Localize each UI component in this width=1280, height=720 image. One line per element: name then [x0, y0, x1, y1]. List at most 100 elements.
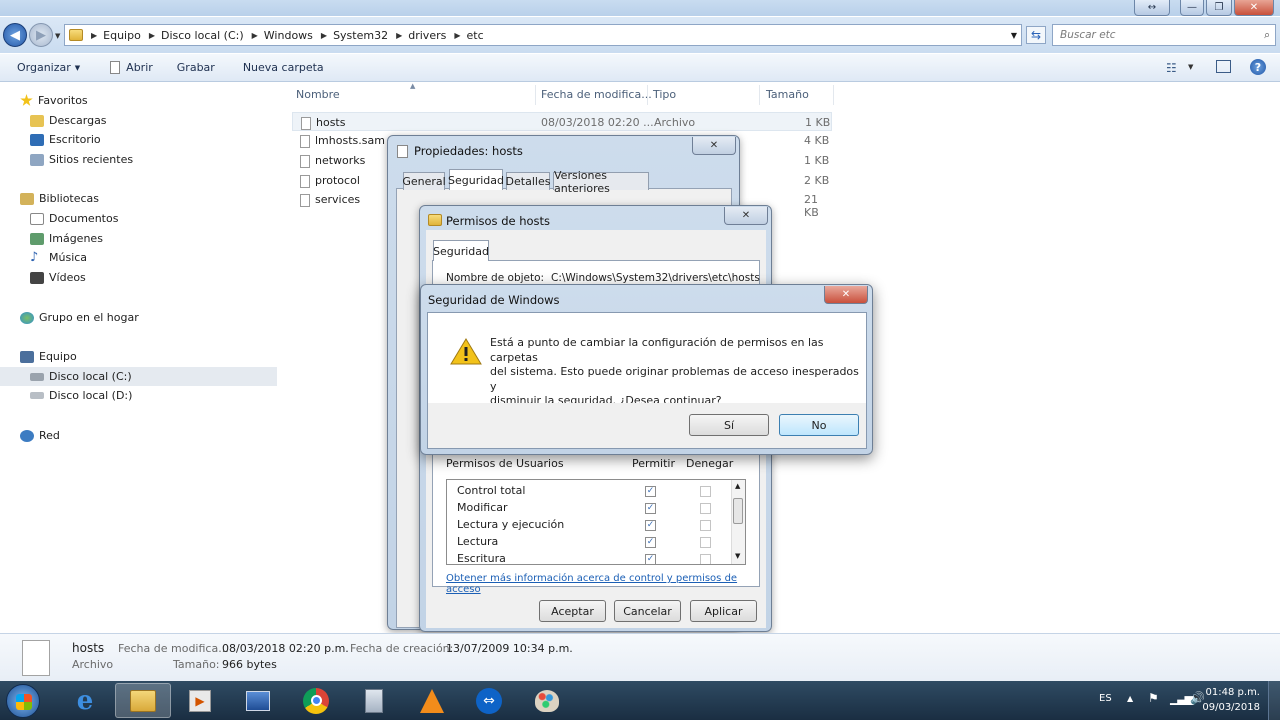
taskbar-paint[interactable] [519, 683, 575, 718]
nav-downloads[interactable]: Descargas [30, 111, 107, 130]
nav-images[interactable]: Imágenes [30, 229, 103, 248]
address-dropdown-icon[interactable]: ▼ [1011, 31, 1017, 40]
action-center-icon[interactable]: ⚑ [1148, 691, 1159, 705]
refresh-button[interactable]: ⇆ [1026, 26, 1046, 44]
column-header-name[interactable]: Nombre [296, 88, 340, 101]
ok-button[interactable]: Aceptar [539, 600, 606, 622]
taskbar-media-player[interactable]: ▶ [172, 683, 228, 718]
deny-checkbox[interactable]: ✓ [700, 520, 711, 531]
nav-music[interactable]: ♪ Música [30, 248, 87, 267]
cancel-button[interactable]: Cancelar [614, 600, 681, 622]
deny-checkbox[interactable]: ✓ [700, 554, 711, 564]
close-button[interactable]: ✕ [692, 137, 736, 155]
nav-label: Grupo en el hogar [39, 311, 139, 324]
nav-computer[interactable]: Equipo [20, 347, 77, 366]
preview-pane-icon[interactable] [1216, 60, 1231, 73]
close-window-button[interactable]: ✕ [1234, 0, 1274, 16]
allow-checkbox[interactable]: ✓ [645, 503, 656, 514]
breadcrumb-drivers[interactable]: drivers [408, 29, 446, 42]
allow-checkbox[interactable]: ✓ [645, 554, 656, 564]
taskbar-network-app[interactable] [230, 683, 286, 718]
taskbar-teamviewer[interactable]: ⇔ [461, 683, 517, 718]
nav-videos[interactable]: Vídeos [30, 268, 86, 287]
tab-detalles[interactable]: Detalles [506, 172, 550, 190]
breadcrumb-windows[interactable]: Windows [264, 29, 313, 42]
file-size: 4 KB [804, 134, 830, 147]
maximize-button[interactable]: ❐ [1206, 0, 1232, 16]
open-button[interactable]: Abrir [110, 61, 153, 74]
button-label: Sí [723, 418, 735, 432]
show-hidden-icons-button[interactable]: ▲ [1127, 694, 1133, 703]
nav-disk-d[interactable]: Disco local (D:) [30, 386, 132, 405]
tab-seguridad[interactable]: Seguridad [433, 240, 489, 261]
language-indicator[interactable]: ES [1099, 693, 1112, 704]
breadcrumb-system32[interactable]: System32 [333, 29, 388, 42]
breadcrumb-disco-c[interactable]: Disco local (C:) [161, 29, 244, 42]
view-options-icon[interactable]: ☷ [1166, 61, 1177, 75]
file-row-hosts[interactable]: hosts 08/03/2018 02:20 ... Archivo 1 KB [292, 112, 832, 131]
nav-favorites[interactable]: Favoritos [20, 91, 88, 110]
clock-time[interactable]: 01:48 p.m. [1200, 687, 1260, 698]
taskbar-explorer[interactable] [115, 683, 171, 718]
deny-checkbox[interactable]: ✓ [700, 503, 711, 514]
no-button[interactable]: No [779, 414, 859, 436]
back-button[interactable]: ◀ [3, 23, 27, 47]
breadcrumb-equipo[interactable]: Equipo [103, 29, 141, 42]
column-divider[interactable] [535, 85, 536, 105]
new-folder-button[interactable]: Nueva carpeta [243, 61, 324, 74]
tab-versiones-anteriores[interactable]: Versiones anteriores [553, 169, 649, 195]
taskbar-internet-explorer[interactable]: e [57, 683, 113, 718]
access-control-help-link[interactable]: Obtener más información acerca de contro… [446, 573, 766, 595]
forward-button[interactable]: ▶ [29, 23, 53, 47]
nav-network[interactable]: Red [20, 426, 60, 445]
signal-strength-icon[interactable]: ▁▃▅ [1170, 691, 1194, 705]
close-button[interactable]: ✕ [724, 207, 768, 225]
column-divider[interactable] [833, 85, 834, 105]
clock-date[interactable]: 09/03/2018 [1200, 702, 1260, 713]
file-size: 21 KB [804, 193, 819, 219]
permissions-scrollbar[interactable]: ▲ ▼ [731, 480, 745, 564]
taskbar-chrome[interactable] [288, 683, 344, 718]
file-name: protocol [315, 174, 360, 187]
scroll-thumb[interactable] [733, 498, 743, 524]
breadcrumb-etc[interactable]: etc [467, 29, 484, 42]
record-button[interactable]: Grabar [177, 61, 215, 74]
column-header-size[interactable]: Tamaño [766, 88, 809, 101]
search-input[interactable]: Buscar etc ⌕ [1052, 24, 1276, 46]
scroll-up-icon[interactable]: ▲ [735, 482, 740, 490]
nav-homegroup[interactable]: Grupo en el hogar [20, 308, 139, 327]
nav-recent[interactable]: Sitios recientes [30, 150, 133, 169]
resize-button[interactable]: ↔ [1134, 0, 1170, 16]
organize-menu[interactable]: Organizar ▼ [17, 61, 80, 74]
details-size-label: Tamaño: [173, 658, 220, 671]
column-header-date[interactable]: Fecha de modifica... [541, 88, 652, 101]
allow-checkbox[interactable]: ✓ [645, 520, 656, 531]
start-button[interactable] [6, 684, 40, 718]
yes-button[interactable]: Sí [689, 414, 769, 436]
tab-general[interactable]: General [402, 172, 446, 190]
deny-checkbox[interactable]: ✓ [700, 486, 711, 497]
scroll-down-icon[interactable]: ▼ [735, 552, 740, 560]
nav-desktop[interactable]: Escritorio [30, 130, 101, 149]
show-desktop-button[interactable] [1268, 681, 1280, 720]
close-button[interactable]: ✕ [824, 286, 868, 304]
address-bar[interactable]: ▶ Equipo ▶ Disco local (C:) ▶ Windows ▶ … [64, 24, 1022, 46]
nav-documents[interactable]: Documentos [30, 209, 118, 228]
deny-checkbox[interactable]: ✓ [700, 537, 711, 548]
recent-pages-dropdown[interactable]: ▼ [55, 32, 60, 40]
view-dropdown-icon[interactable]: ▼ [1188, 63, 1193, 71]
nav-libraries[interactable]: Bibliotecas [20, 189, 99, 208]
nav-label: Imágenes [49, 232, 103, 245]
nav-disk-c[interactable]: Disco local (C:) [0, 367, 277, 386]
allow-checkbox[interactable]: ✓ [645, 486, 656, 497]
taskbar-calculator[interactable] [346, 683, 402, 718]
help-icon[interactable]: ? [1250, 59, 1266, 75]
taskbar-vlc[interactable] [404, 683, 460, 718]
apply-button[interactable]: Aplicar [690, 600, 757, 622]
column-divider[interactable] [647, 85, 648, 105]
column-header-type[interactable]: Tipo [653, 88, 676, 101]
tab-seguridad[interactable]: Seguridad [448, 169, 504, 190]
allow-checkbox[interactable]: ✓ [645, 537, 656, 548]
minimize-button[interactable]: — [1180, 0, 1204, 16]
column-divider[interactable] [759, 85, 760, 105]
